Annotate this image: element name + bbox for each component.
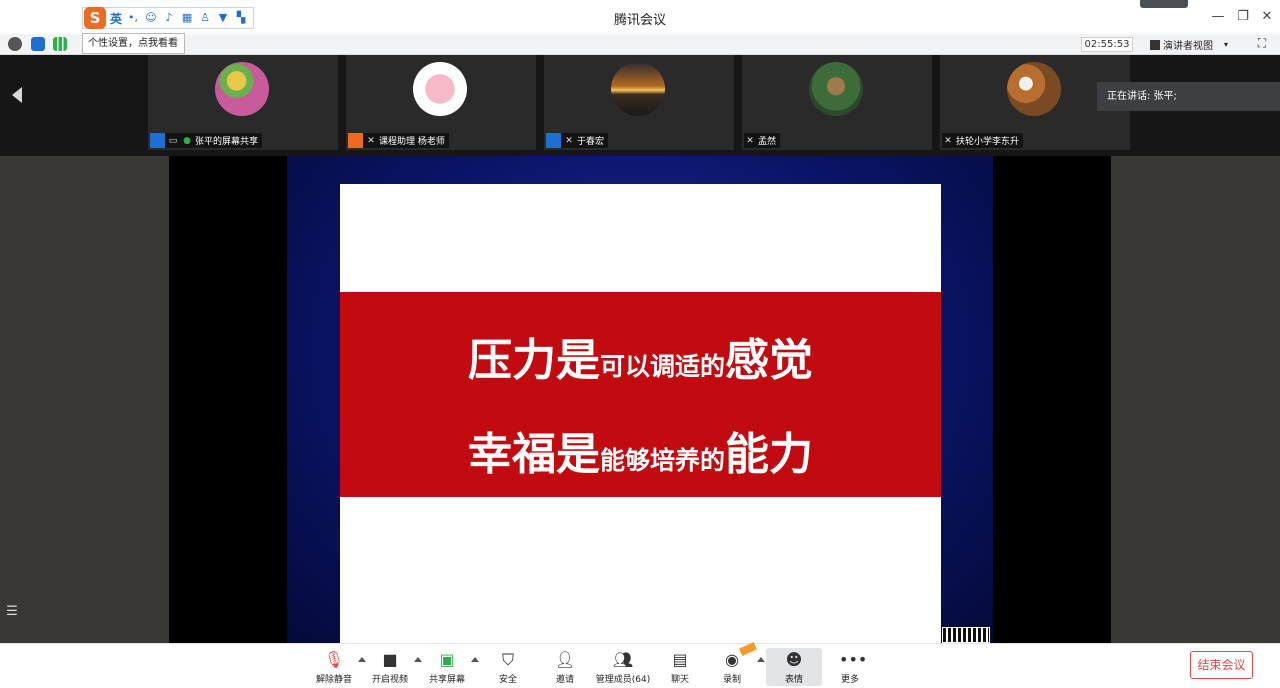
mic-icon: ●: [183, 135, 191, 146]
slide-red-band: 压力是可以调适的感觉 幸福是能够培养的能力: [340, 292, 941, 497]
avatar: [413, 62, 467, 116]
info-icon[interactable]: [8, 37, 22, 51]
end-meeting-button[interactable]: 结束会议: [1190, 651, 1253, 679]
participant-name: 扶轮小学李东升: [956, 137, 1020, 147]
mic-muted-icon: ✕: [944, 135, 952, 146]
presentation-slide: 压力是可以调适的感觉 幸福是能够培养的能力: [340, 184, 941, 643]
qr-code-image: [942, 627, 990, 643]
participant-label: ✕ 孟然: [744, 133, 781, 148]
network-monitor-widget: [1140, 0, 1188, 8]
close-icon[interactable]: ✕: [1259, 9, 1275, 25]
audio-options-caret[interactable]: [358, 657, 366, 662]
avatar: [215, 62, 269, 116]
participant-name: 张平的屏幕共享: [195, 137, 259, 147]
mic-muted-icon: ✕: [565, 135, 573, 146]
layout-icon: [1150, 39, 1160, 50]
participant-label: ✕ 课程助理 杨老师: [348, 133, 449, 148]
chat-icon: ▤: [672, 650, 688, 669]
invite-icon: 👤︎: [554, 650, 576, 669]
security-button[interactable]: ⛉ 安全: [484, 648, 532, 686]
participant-label: ▭ ● 张平的屏幕共享: [150, 133, 263, 148]
window-title: 腾讯会议: [613, 13, 666, 28]
participant-tile[interactable]: ✕ 孟然: [742, 55, 932, 150]
view-mode-label: 演讲者视图: [1163, 41, 1213, 52]
view-mode-selector[interactable]: 演讲者视图 ▾: [1150, 37, 1228, 52]
shield-icon: ⛉: [501, 650, 514, 669]
participant-tile[interactable]: ✕ 于春宏: [544, 55, 734, 150]
more-button[interactable]: ••• 更多: [826, 648, 874, 686]
settings-tooltip: 个性设置，点我看看: [82, 33, 185, 54]
share-options-caret[interactable]: [471, 657, 479, 662]
chat-button[interactable]: ▤ 聊天: [656, 648, 704, 686]
meeting-timer: 02:55:53: [1081, 37, 1133, 52]
user-role-icon: [546, 133, 561, 148]
fullscreen-icon[interactable]: ⛶: [1254, 36, 1270, 52]
participant-strip: ▭ ● 张平的屏幕共享 ✕ 课程助理 杨老师 ✕ 于春宏 ✕ 孟然 ✕ 扶轮小学…: [0, 55, 1280, 210]
share-screen-icon: ▣: [439, 650, 455, 669]
avatar: [611, 62, 665, 116]
record-options-caret[interactable]: [757, 657, 765, 662]
previous-page-icon[interactable]: [12, 87, 22, 103]
slide-line-2: 幸福是能够培养的能力: [467, 429, 813, 480]
start-video-button[interactable]: ■ 开启视频: [366, 648, 414, 686]
participant-label: ✕ 于春宏: [546, 133, 609, 148]
participant-name: 孟然: [758, 137, 777, 147]
list-icon[interactable]: ☰: [2, 602, 22, 622]
minimize-icon[interactable]: —: [1210, 9, 1226, 25]
user-role-icon: [348, 133, 363, 148]
record-icon: ◉: [725, 650, 739, 669]
video-off-icon: ■: [382, 650, 398, 669]
avatar: [1007, 62, 1061, 116]
screen-share-view: 压力是可以调适的感觉 幸福是能够培养的能力: [169, 156, 1111, 643]
screen-share-icon: ▭: [168, 135, 178, 146]
user-role-icon: [150, 133, 165, 148]
meeting-toolbar: 🎙︎ 解除静音 ■ 开启视频 ▣ 共享屏幕 ⛉ 安全 👤︎ 邀请 👥︎ 管理成员…: [0, 641, 1280, 688]
main-stage: 压力是可以调适的感觉 幸福是能够培养的能力 ☰: [0, 156, 1280, 643]
participant-label: ✕ 扶轮小学李东升: [942, 133, 1024, 148]
title-bar: S 英 •, ☺ ♪ ▦ ♙ ▼ ▚ 腾讯会议 — ❐ ✕: [0, 0, 1280, 34]
mic-muted-icon: ✕: [746, 135, 754, 146]
participant-tile[interactable]: ✕ 课程助理 杨老师: [346, 55, 536, 150]
mic-muted-icon: ✕: [367, 135, 375, 146]
record-button[interactable]: ◉ 录制: [708, 648, 756, 686]
manage-members-button[interactable]: 👥︎ 管理成员(64): [594, 648, 652, 686]
video-options-caret[interactable]: [414, 657, 422, 662]
participant-tile[interactable]: ▭ ● 张平的屏幕共享: [148, 55, 338, 150]
speaking-indicator: 正在讲话: 张平;: [1097, 82, 1280, 111]
share-screen-button[interactable]: ▣ 共享屏幕: [423, 648, 471, 686]
mic-muted-icon: 🎙︎: [323, 650, 345, 669]
signal-icon[interactable]: [53, 37, 67, 51]
members-icon: 👥︎: [612, 650, 634, 669]
security-shield-icon[interactable]: [31, 37, 45, 51]
invite-button[interactable]: 👤︎ 邀请: [541, 648, 589, 686]
participant-name: 于春宏: [577, 137, 605, 147]
reactions-button[interactable]: ☻ 表情: [766, 648, 822, 686]
more-icon: •••: [839, 650, 868, 669]
emoji-icon: ☻: [785, 650, 803, 669]
avatar: [809, 62, 863, 116]
unmute-button[interactable]: 🎙︎ 解除静音: [310, 648, 358, 686]
restore-icon[interactable]: ❐: [1235, 9, 1251, 25]
participant-name: 课程助理 杨老师: [379, 137, 445, 147]
slide-line-1: 压力是可以调适的感觉: [467, 335, 813, 386]
chevron-down-icon: ▾: [1224, 40, 1229, 49]
